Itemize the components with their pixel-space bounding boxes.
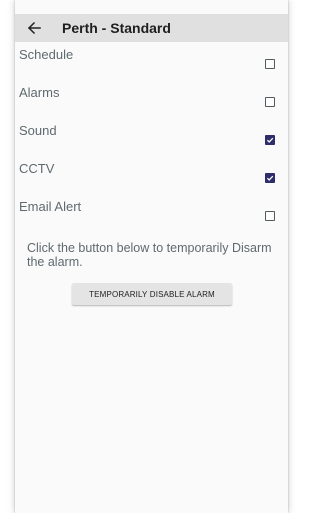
setting-label: Sound — [19, 123, 57, 138]
disarm-info-text: Click the button below to temporarily Di… — [27, 241, 272, 269]
setting-row-cctv: CCTV — [15, 159, 288, 197]
app-bar: Perth - Standard — [15, 14, 288, 42]
setting-label: Email Alert — [19, 199, 82, 214]
temporarily-disable-alarm-button[interactable]: TEMPORARILY DISABLE ALARM — [72, 283, 232, 305]
setting-label: Schedule — [19, 47, 74, 62]
page-title: Perth - Standard — [62, 20, 171, 36]
setting-row-sound: Sound — [15, 121, 288, 159]
arrow-left-icon[interactable] — [25, 19, 43, 37]
email-alert-checkbox[interactable] — [265, 211, 275, 221]
schedule-checkbox[interactable] — [265, 59, 275, 69]
setting-label: CCTV — [19, 161, 55, 176]
sound-checkbox[interactable] — [265, 135, 275, 145]
alarms-checkbox[interactable] — [265, 97, 275, 107]
checkmark-icon — [266, 175, 274, 181]
setting-label: Alarms — [19, 85, 60, 100]
setting-row-email-alert: Email Alert — [15, 197, 288, 235]
setting-row-alarms: Alarms — [15, 83, 288, 121]
cctv-checkbox[interactable] — [265, 173, 275, 183]
setting-row-schedule: Schedule — [15, 45, 288, 83]
checkmark-icon — [266, 137, 274, 143]
app-screen: Perth - Standard Schedule Alarms Sound C… — [15, 0, 288, 513]
